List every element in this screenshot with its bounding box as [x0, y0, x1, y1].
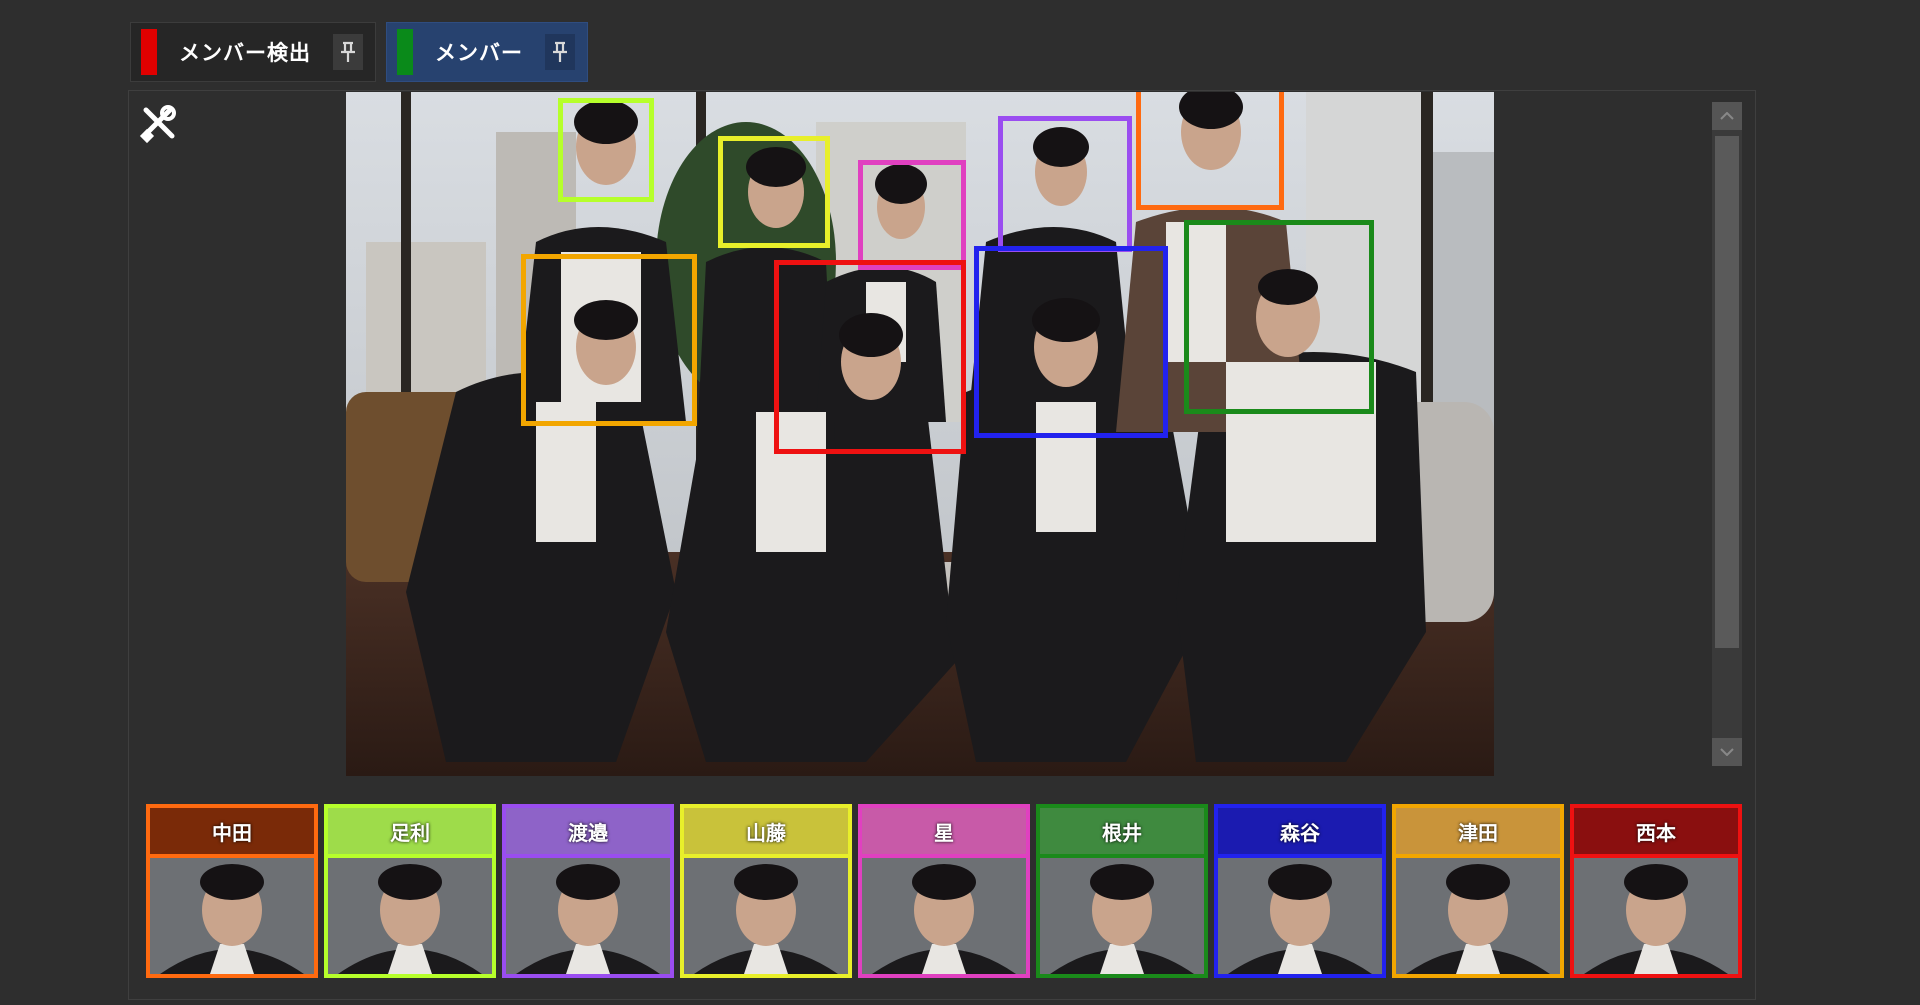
- member-name: 根井: [1102, 820, 1142, 845]
- member-portrait: [1218, 858, 1382, 974]
- scroll-up-icon[interactable]: [1712, 102, 1742, 130]
- member-card[interactable]: 星: [858, 804, 1030, 978]
- tab-member-detection[interactable]: メンバー検出: [130, 22, 376, 82]
- member-card-header: 星: [862, 808, 1026, 854]
- tab-label: メンバー検出: [179, 41, 311, 65]
- member-portrait: [1574, 858, 1738, 974]
- detection-box[interactable]: [521, 254, 697, 426]
- member-card[interactable]: 足利: [324, 804, 496, 978]
- member-name: 津田: [1458, 820, 1498, 845]
- pin-icon[interactable]: [545, 34, 575, 70]
- member-name: 星: [934, 820, 954, 845]
- scroll-thumb[interactable]: [1715, 136, 1739, 648]
- member-card-list: 中田 足利 渡邉 山藤 星 根井 森谷 津田 西本: [146, 804, 1742, 980]
- member-card-header: 西本: [1574, 808, 1738, 854]
- member-card[interactable]: 山藤: [680, 804, 852, 978]
- member-card[interactable]: 根井: [1036, 804, 1208, 978]
- member-portrait: [862, 858, 1026, 974]
- member-card-header: 山藤: [684, 808, 848, 854]
- member-card[interactable]: 津田: [1392, 804, 1564, 978]
- member-name: 山藤: [746, 820, 786, 845]
- member-portrait: [506, 858, 670, 974]
- detection-box[interactable]: [858, 160, 966, 270]
- member-card-header: 根井: [1040, 808, 1204, 854]
- detection-box[interactable]: [1184, 220, 1374, 414]
- member-portrait: [328, 858, 492, 974]
- detection-box[interactable]: [774, 260, 966, 454]
- member-card[interactable]: 森谷: [1214, 804, 1386, 978]
- detection-box[interactable]: [974, 246, 1168, 438]
- scroll-down-icon[interactable]: [1712, 738, 1742, 766]
- tab-color-swatch: [141, 29, 157, 75]
- vertical-scrollbar[interactable]: [1712, 102, 1742, 766]
- member-name: 渡邉: [568, 820, 608, 845]
- member-card-header: 森谷: [1218, 808, 1382, 854]
- detection-box[interactable]: [998, 116, 1132, 252]
- member-name: 西本: [1636, 820, 1676, 845]
- tab-label: メンバー: [435, 41, 523, 65]
- member-portrait: [150, 858, 314, 974]
- member-card[interactable]: 中田: [146, 804, 318, 978]
- detection-box[interactable]: [558, 98, 654, 202]
- tab-members[interactable]: メンバー: [386, 22, 588, 82]
- member-card-header: 渡邉: [506, 808, 670, 854]
- member-name: 中田: [212, 820, 252, 845]
- member-portrait: [1396, 858, 1560, 974]
- tab-color-swatch: [397, 29, 413, 75]
- member-card-header: 足利: [328, 808, 492, 854]
- member-card[interactable]: 西本: [1570, 804, 1742, 978]
- member-name: 森谷: [1280, 820, 1320, 845]
- member-card[interactable]: 渡邉: [502, 804, 674, 978]
- detection-box[interactable]: [718, 136, 830, 248]
- tools-icon[interactable]: [138, 104, 178, 144]
- member-card-header: 中田: [150, 808, 314, 854]
- tab-bar: メンバー検出 メンバー: [130, 22, 588, 84]
- member-portrait: [684, 858, 848, 974]
- group-photo[interactable]: [346, 92, 1494, 776]
- member-card-header: 津田: [1396, 808, 1560, 854]
- member-name: 足利: [390, 820, 430, 845]
- pin-icon[interactable]: [333, 34, 363, 70]
- detection-box[interactable]: [1136, 92, 1284, 210]
- member-portrait: [1040, 858, 1204, 974]
